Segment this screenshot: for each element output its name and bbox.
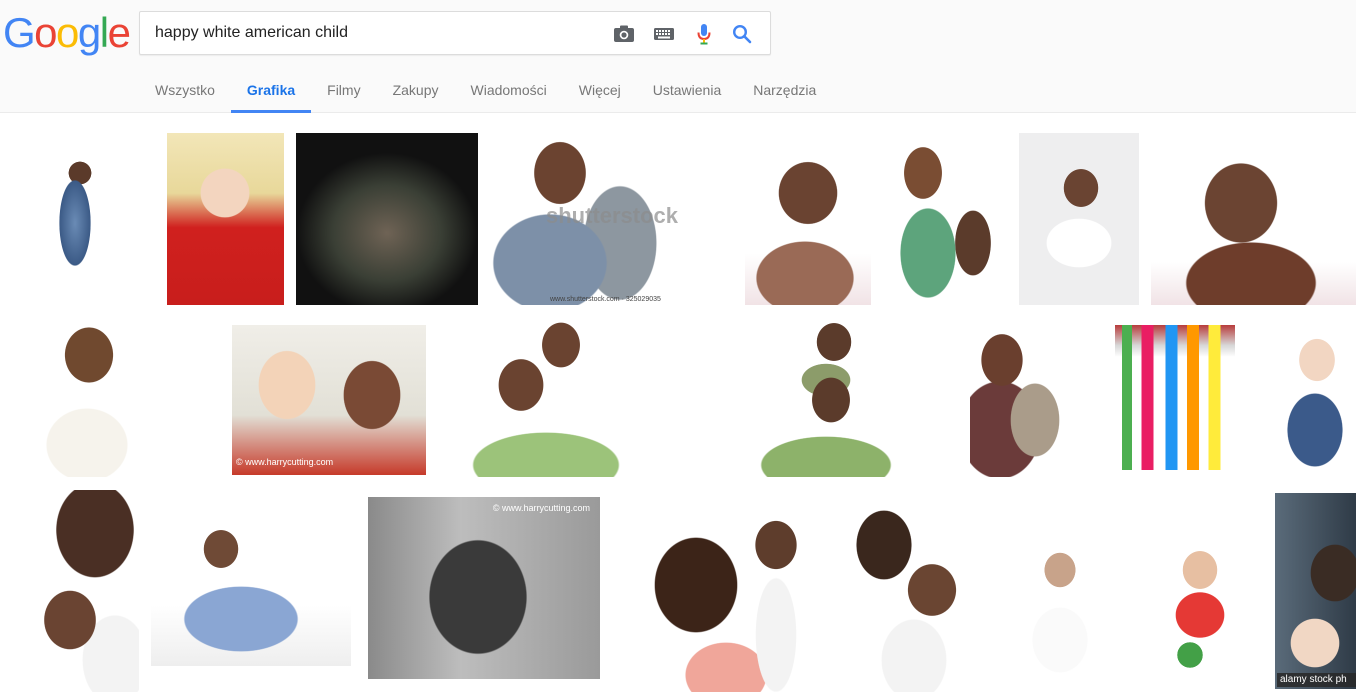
image-result[interactable] bbox=[1145, 530, 1260, 680]
microphone-icon[interactable] bbox=[692, 22, 716, 46]
image-result[interactable] bbox=[706, 320, 951, 477]
image-result[interactable] bbox=[1115, 325, 1235, 470]
logo-letter: g bbox=[77, 9, 101, 56]
tab-settings[interactable]: Ustawienia bbox=[637, 72, 737, 113]
image-results-grid: shutterstock www.shutterstock.com · 3250… bbox=[0, 113, 1356, 692]
image-result[interactable] bbox=[626, 505, 811, 692]
tab-tools[interactable]: Narzędzia bbox=[737, 72, 832, 113]
image-result[interactable] bbox=[0, 133, 150, 305]
image-result[interactable]: © www.harrycutting.com bbox=[368, 497, 600, 679]
watermark: © www.harrycutting.com bbox=[236, 457, 334, 467]
logo-letter: o bbox=[34, 9, 57, 56]
image-result[interactable] bbox=[883, 133, 1005, 305]
search-input[interactable] bbox=[155, 12, 595, 54]
logo-letter: e bbox=[107, 9, 131, 56]
search-tabs: Wszystko Grafika Filmy Zakupy Wiadomości… bbox=[139, 72, 832, 113]
watermark-id: www.shutterstock.com · 325029035 bbox=[550, 296, 661, 303]
logo-letter: o bbox=[56, 9, 79, 56]
image-result[interactable]: shutterstock www.shutterstock.com · 3250… bbox=[490, 133, 730, 305]
image-result[interactable] bbox=[167, 133, 284, 305]
image-result[interactable] bbox=[1005, 530, 1105, 680]
watermark: shutterstock bbox=[546, 203, 679, 228]
image-source-caption: alamy stock ph bbox=[1277, 673, 1356, 687]
image-result[interactable] bbox=[1019, 133, 1139, 305]
tab-shopping[interactable]: Zakupy bbox=[377, 72, 455, 113]
image-result[interactable] bbox=[1151, 133, 1356, 305]
image-result[interactable] bbox=[970, 320, 1075, 477]
search-box bbox=[139, 11, 771, 55]
image-result[interactable] bbox=[27, 320, 177, 477]
image-result[interactable]: alamy stock ph bbox=[1275, 493, 1356, 689]
image-result[interactable] bbox=[745, 133, 871, 305]
image-result[interactable] bbox=[15, 490, 139, 692]
tab-news[interactable]: Wiadomości bbox=[455, 72, 563, 113]
header: Google Wszystko Grafika Filmy Zakupy Wia… bbox=[0, 0, 1356, 113]
logo-letter: G bbox=[3, 9, 36, 56]
image-result[interactable] bbox=[151, 514, 351, 666]
keyboard-icon[interactable] bbox=[652, 22, 676, 46]
image-result[interactable] bbox=[296, 133, 478, 305]
image-result[interactable] bbox=[854, 490, 974, 692]
camera-icon[interactable] bbox=[612, 22, 636, 46]
tab-images[interactable]: Grafika bbox=[230, 72, 312, 113]
watermark: © www.harrycutting.com bbox=[492, 503, 590, 513]
image-result[interactable] bbox=[451, 320, 641, 477]
tab-all[interactable]: Wszystko bbox=[139, 72, 231, 113]
search-icon[interactable] bbox=[730, 22, 754, 46]
tab-more[interactable]: Więcej bbox=[563, 72, 637, 113]
tab-videos[interactable]: Filmy bbox=[311, 72, 376, 113]
image-result[interactable] bbox=[1265, 320, 1356, 477]
image-result[interactable]: © www.harrycutting.com bbox=[232, 325, 426, 475]
google-logo[interactable]: Google bbox=[3, 8, 131, 58]
logo-letter: l bbox=[99, 9, 109, 56]
